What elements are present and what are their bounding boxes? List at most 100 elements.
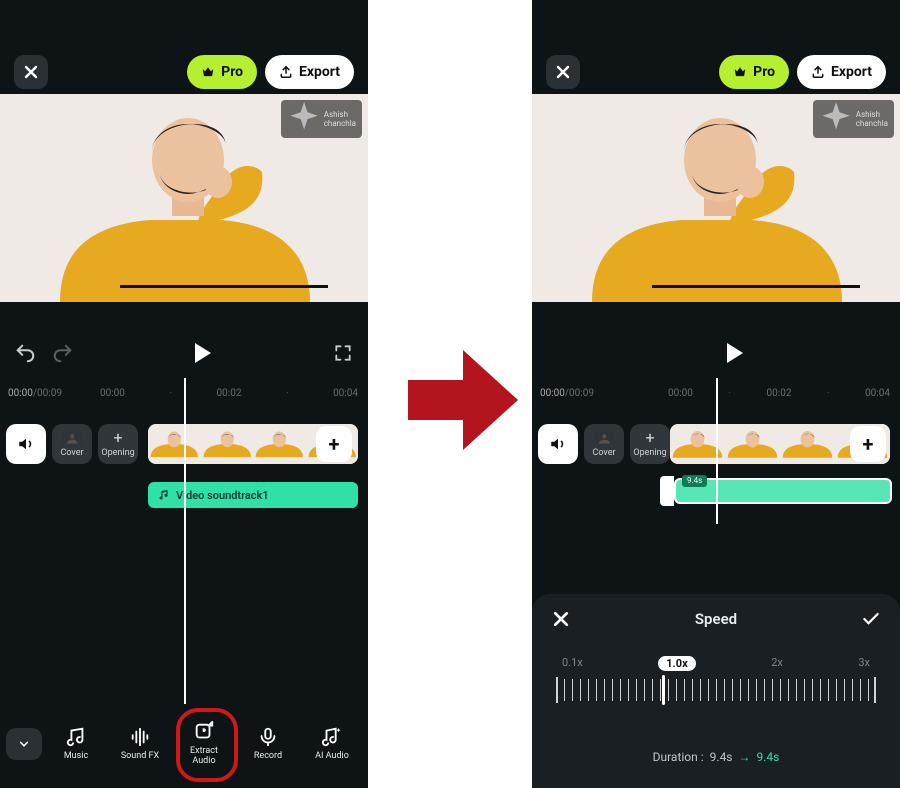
- plus-icon: +: [113, 430, 122, 446]
- plus-icon: +: [329, 432, 340, 456]
- check-icon: [861, 609, 881, 629]
- sparkle-icon: [819, 102, 853, 136]
- toolbar-collapse-button[interactable]: [6, 728, 42, 760]
- preview-progress[interactable]: [120, 285, 328, 288]
- export-icon: [811, 65, 825, 79]
- tutorial-arrow-icon: [408, 350, 518, 450]
- transport-row: [532, 332, 900, 374]
- speed-label: 3x: [858, 656, 870, 671]
- crown-icon: [733, 65, 747, 79]
- mute-button[interactable]: [6, 424, 46, 464]
- watermark-chip: Ashish chanchla: [281, 100, 362, 138]
- music-note-icon: [158, 489, 170, 501]
- redo-button[interactable]: [52, 342, 74, 364]
- top-bar: Pro Export: [532, 50, 900, 94]
- crown-icon: [201, 65, 215, 79]
- cover-thumb: [62, 430, 82, 446]
- time-total: /00:09: [565, 388, 594, 399]
- speed-label-selected: 1.0x: [658, 656, 695, 671]
- cover-label: Cover: [60, 448, 83, 458]
- opening-button[interactable]: + Opening: [98, 424, 138, 464]
- opening-button[interactable]: + Opening: [630, 424, 670, 464]
- panel-title: Speed: [695, 610, 737, 628]
- ruler-tick: 00:00: [100, 388, 125, 399]
- plus-icon: +: [645, 430, 654, 446]
- speed-duration: Duration : 9.4s → 9.4s: [532, 750, 900, 764]
- mute-button[interactable]: [538, 424, 578, 464]
- music-button[interactable]: Music: [46, 715, 106, 773]
- pro-label: Pro: [753, 64, 775, 80]
- screenshot-before: Pro Export Ashish: [0, 0, 368, 788]
- pro-button[interactable]: Pro: [187, 55, 257, 89]
- cover-thumb: [594, 430, 614, 446]
- play-button[interactable]: [727, 343, 743, 363]
- speed-thumb[interactable]: [662, 675, 665, 705]
- undo-icon: [14, 342, 36, 364]
- close-button[interactable]: [14, 55, 48, 89]
- music-icon: [65, 726, 87, 748]
- plus-icon: +: [863, 432, 874, 456]
- soundfx-icon: [129, 726, 151, 748]
- close-icon: [556, 65, 570, 79]
- pro-button[interactable]: Pro: [719, 55, 789, 89]
- sparkle-icon: [287, 102, 321, 136]
- export-label: Export: [299, 64, 340, 80]
- export-icon: [279, 65, 293, 79]
- screenshot-after: Pro Export Ashish chanchla: [532, 0, 900, 788]
- arrow-right-icon: →: [739, 750, 751, 764]
- export-button[interactable]: Export: [797, 55, 886, 89]
- audio-clip-label: Video soundtrack1: [176, 489, 269, 502]
- ai-audio-button[interactable]: AI Audio: [302, 715, 362, 773]
- time-total: /00:09: [33, 388, 62, 399]
- watermark-chip: Ashish chanchla: [813, 100, 894, 138]
- close-button[interactable]: [546, 55, 580, 89]
- audio-clip[interactable]: Video soundtrack1: [148, 482, 358, 508]
- audio-duration-tag: 9.4s: [682, 475, 707, 487]
- speed-slider[interactable]: 0.1x 1.0x 2x 3x: [556, 656, 876, 710]
- speed-label: 2x: [771, 656, 783, 671]
- opening-label: Opening: [633, 448, 666, 458]
- add-clip-button[interactable]: +: [316, 426, 352, 462]
- undo-button[interactable]: [14, 342, 36, 364]
- export-label: Export: [831, 64, 872, 80]
- add-clip-button[interactable]: +: [850, 426, 886, 462]
- ruler-tick: 00:00: [668, 388, 693, 399]
- speed-label: 0.1x: [562, 656, 583, 671]
- video-preview[interactable]: Ashish chanchla: [0, 94, 368, 302]
- speed-ruler[interactable]: [556, 679, 876, 701]
- record-button[interactable]: Record: [238, 715, 298, 773]
- speaker-icon: [549, 435, 567, 453]
- fullscreen-button[interactable]: [332, 342, 354, 364]
- cover-button[interactable]: Cover: [52, 424, 92, 464]
- fullscreen-icon: [333, 343, 353, 363]
- play-button[interactable]: [195, 343, 211, 363]
- clip-trim-handle[interactable]: [660, 476, 674, 506]
- speaker-icon: [17, 435, 35, 453]
- ai-audio-icon: [321, 726, 343, 748]
- cover-button[interactable]: Cover: [584, 424, 624, 464]
- callout-ring: [176, 708, 238, 782]
- playhead[interactable]: [184, 378, 186, 704]
- soundfx-button[interactable]: Sound FX: [110, 715, 170, 773]
- transport-row: [0, 332, 368, 374]
- redo-icon: [52, 342, 74, 364]
- ruler-tick: 00:02: [217, 388, 242, 399]
- export-button[interactable]: Export: [265, 55, 354, 89]
- time-current: 00:00: [8, 388, 33, 399]
- pro-label: Pro: [221, 64, 243, 80]
- ruler-tick: 00:02: [767, 388, 792, 399]
- ruler-tick: 00:04: [865, 388, 890, 399]
- preview-progress[interactable]: [652, 285, 860, 288]
- time-current: 00:00: [540, 388, 565, 399]
- top-bar: Pro Export: [0, 50, 368, 94]
- opening-label: Opening: [101, 448, 134, 458]
- playhead[interactable]: [716, 378, 718, 524]
- cover-label: Cover: [592, 448, 615, 458]
- mic-icon: [257, 726, 279, 748]
- ruler-tick: 00:04: [333, 388, 358, 399]
- chevron-down-icon: [17, 737, 31, 751]
- close-icon: [553, 611, 569, 627]
- panel-close-button[interactable]: [548, 606, 574, 632]
- panel-confirm-button[interactable]: [858, 606, 884, 632]
- video-preview[interactable]: Ashish chanchla: [532, 94, 900, 302]
